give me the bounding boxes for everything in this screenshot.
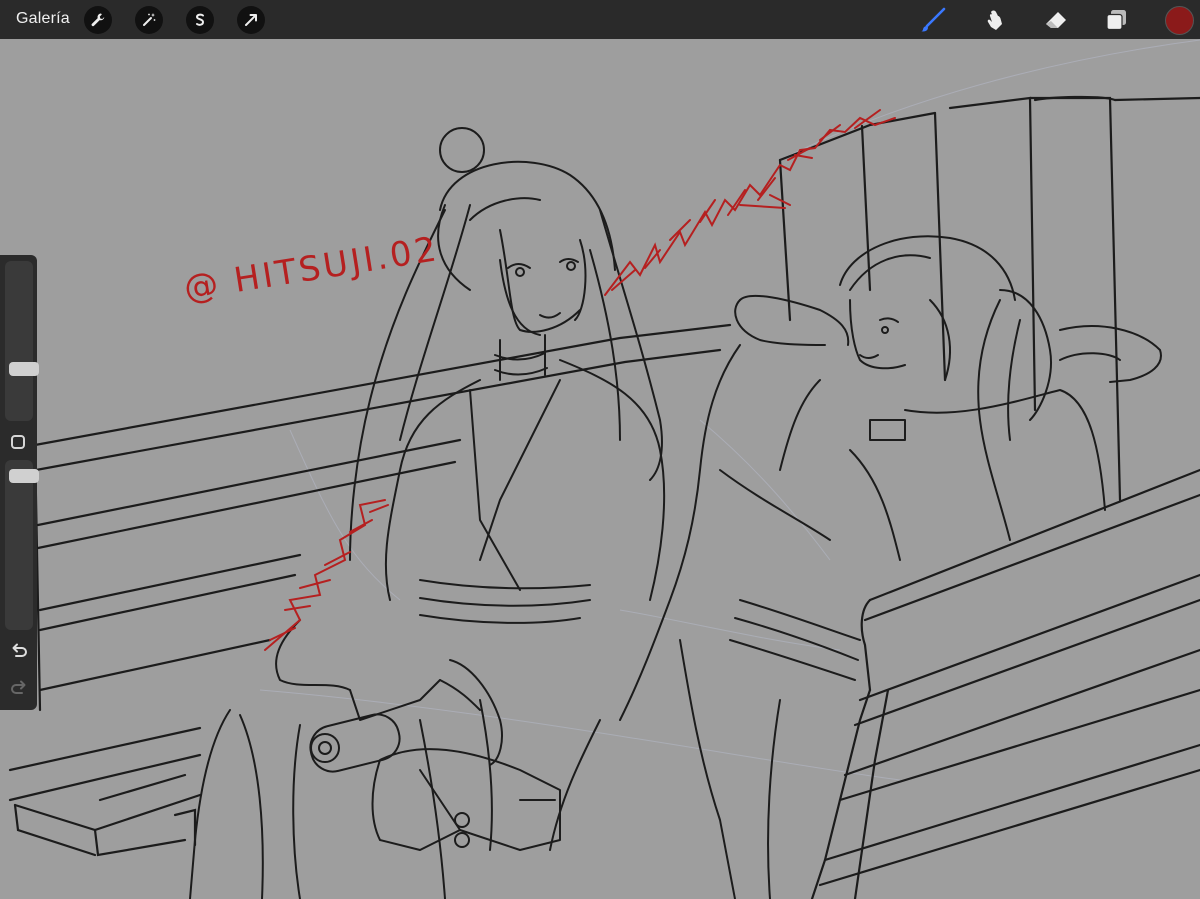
redo-button[interactable] (8, 677, 30, 699)
top-toolbar: Galería (0, 0, 1200, 39)
brush-tool-button[interactable] (918, 5, 948, 35)
eraser-tool-button[interactable] (1041, 5, 1071, 35)
color-picker-swatch[interactable] (1165, 6, 1194, 35)
layers-button[interactable] (1102, 5, 1132, 35)
watermark-text: @ HITSUJI.02 (181, 229, 442, 309)
smudge-tool-button[interactable] (980, 5, 1010, 35)
transform-button[interactable] (237, 6, 265, 34)
brush-sidebar (0, 255, 39, 710)
undo-arrow-icon (12, 643, 27, 657)
transform-arrow-icon (245, 14, 257, 26)
actions-wrench-button[interactable] (84, 6, 112, 34)
opacity-thumb[interactable] (9, 468, 39, 483)
smudge-icon (987, 10, 1002, 30)
brush-icon (921, 7, 946, 32)
opacity-slider[interactable] (5, 460, 39, 630)
brush-size-thumb[interactable] (9, 362, 39, 377)
undo-button[interactable] (8, 640, 30, 662)
modify-button[interactable] (11, 435, 25, 449)
construction-guides (259, 39, 1200, 781)
redo-arrow-icon (11, 680, 26, 694)
drawing-canvas[interactable]: @ HITSUJI.02 (0, 39, 1200, 899)
bench-lineart (8, 95, 1200, 899)
gallery-button[interactable]: Galería (16, 10, 70, 28)
layers-icon (1106, 10, 1126, 31)
red-sketch-annotations (264, 109, 896, 651)
adjustments-wand-button[interactable] (135, 6, 163, 34)
brush-size-slider[interactable] (5, 261, 39, 421)
magic-wand-icon (143, 13, 156, 26)
selection-icon (195, 13, 205, 26)
selection-button[interactable] (186, 6, 214, 34)
eraser-icon (1046, 12, 1066, 28)
wrench-icon (91, 13, 105, 27)
